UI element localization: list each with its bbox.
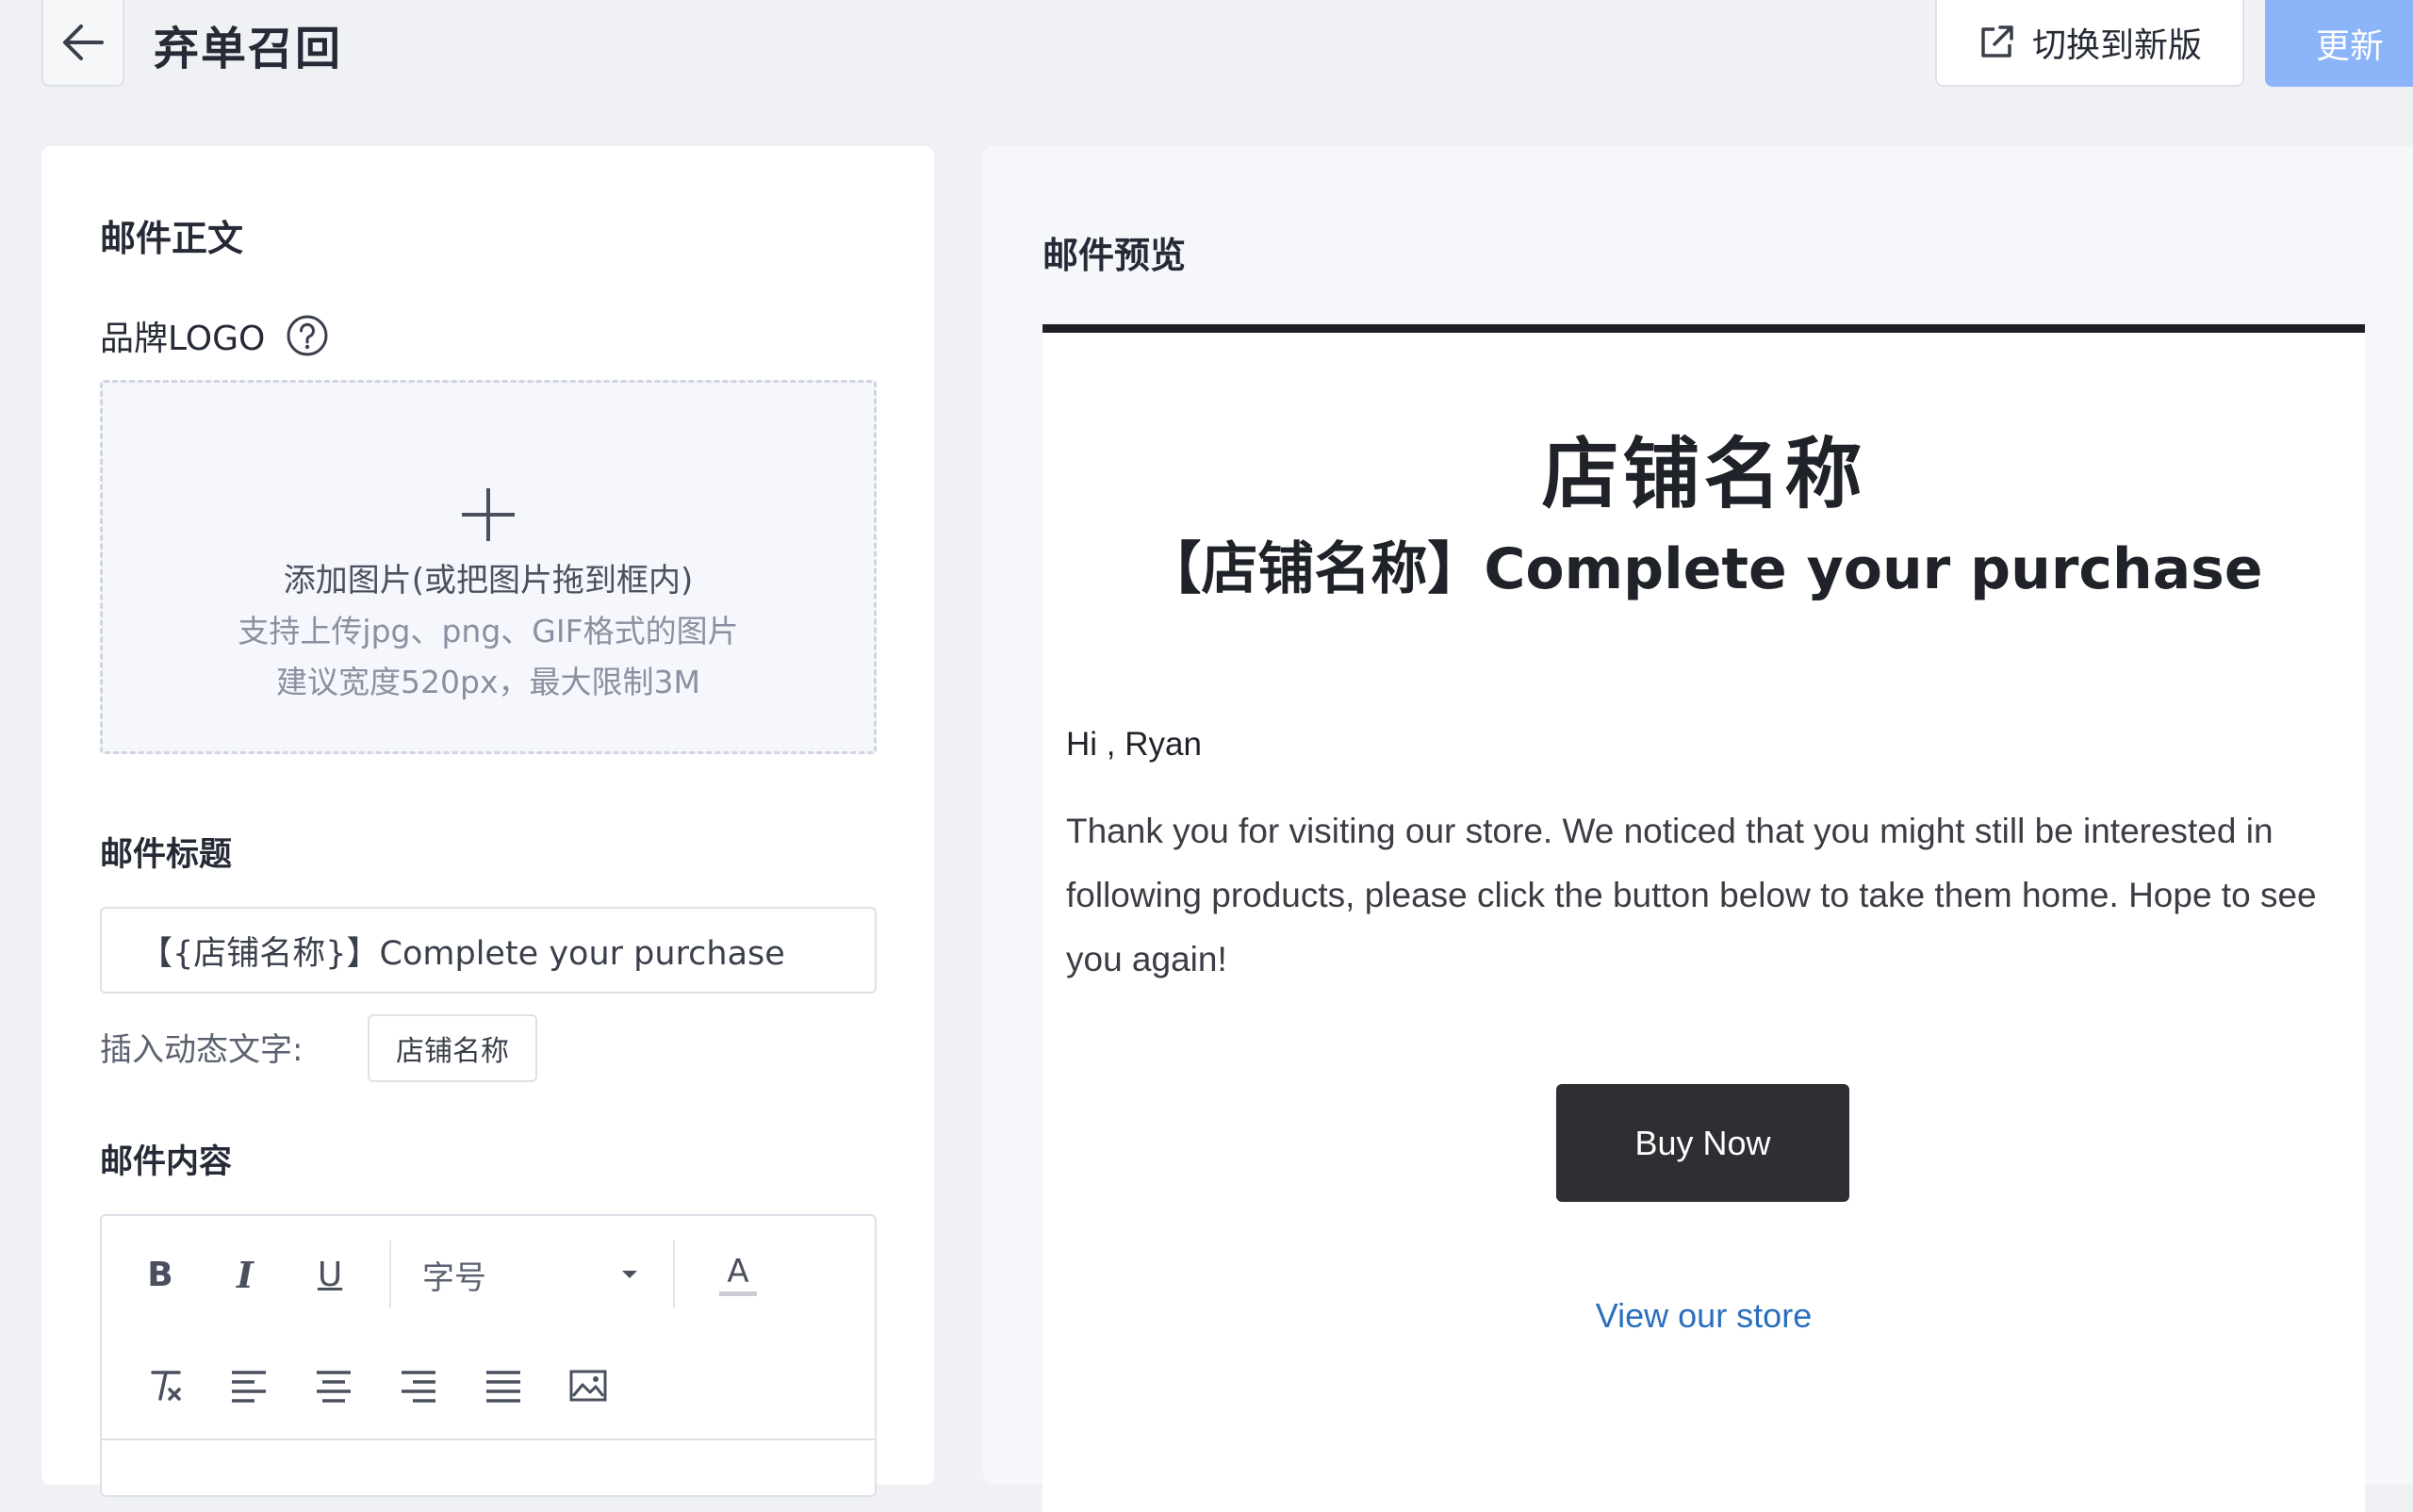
switch-version-label: 切换到新版 (2031, 26, 2202, 65)
plus-icon (462, 488, 515, 541)
caret-down-icon (620, 1269, 639, 1280)
mail-body-title: 邮件正文 (100, 218, 244, 259)
clear-format-icon (151, 1371, 181, 1401)
align-left-button[interactable] (221, 1357, 277, 1414)
dynamic-tag-store-name[interactable]: 店铺名称 (368, 1014, 537, 1082)
font-color-icon: A (727, 1252, 749, 1290)
editor-toolbar-divider (102, 1438, 875, 1440)
update-button[interactable]: 更新 (2265, 0, 2413, 87)
align-center-button[interactable] (305, 1357, 362, 1414)
content-title: 邮件内容 (100, 1143, 233, 1181)
image-icon (569, 1370, 607, 1402)
italic-icon: I (237, 1253, 254, 1296)
italic-button[interactable]: I (215, 1241, 275, 1308)
preview-store-name: 店铺名称 (1541, 430, 1866, 519)
page-title: 弃单召回 (154, 23, 343, 75)
help-icon[interactable] (286, 314, 329, 357)
toolbar-divider (389, 1241, 391, 1308)
upload-hint-size: 建议宽度520px，最大限制3M (276, 664, 700, 700)
insert-image-button[interactable] (560, 1357, 616, 1414)
align-right-button[interactable] (390, 1357, 447, 1414)
font-size-select[interactable]: 字号 (422, 1241, 648, 1308)
align-justify-button[interactable] (475, 1357, 532, 1414)
preview-greeting: Hi , Ryan (1066, 726, 1202, 763)
buy-now-button[interactable]: Buy Now (1556, 1084, 1849, 1202)
align-right-icon (402, 1371, 435, 1403)
subject-title: 邮件标题 (100, 836, 233, 874)
align-center-icon (317, 1371, 351, 1403)
logo-label: 品牌LOGO (100, 320, 266, 358)
upload-hint-formats: 支持上传jpg、png、GIF格式的图片 (238, 613, 739, 649)
bold-button[interactable]: B (130, 1241, 190, 1308)
logo-label-row: 品牌LOGO (100, 311, 329, 360)
switch-version-button[interactable]: 切换到新版 (1935, 0, 2244, 87)
font-color-button[interactable]: A (705, 1241, 771, 1308)
preview-subject: 【店铺名称】Complete your purchase (1144, 536, 2263, 602)
bold-icon: B (147, 1255, 173, 1294)
subject-input[interactable]: 【{店铺名称}】Complete your purchase (100, 907, 877, 994)
align-left-icon (232, 1371, 266, 1403)
underline-button[interactable]: U (300, 1241, 360, 1308)
upload-hint-main: 添加图片(或把图片拖到框内) (283, 562, 694, 600)
view-store-link[interactable]: View our store (1042, 1296, 2365, 1336)
align-justify-icon (486, 1371, 520, 1403)
insert-dynamic-label: 插入动态文字: (100, 1031, 304, 1069)
rich-text-editor[interactable]: B I U 字号 A (100, 1214, 877, 1497)
preview-title: 邮件预览 (1042, 235, 1187, 276)
toolbar-divider (673, 1241, 675, 1308)
underline-icon: U (317, 1255, 343, 1294)
external-link-icon (1981, 25, 2013, 58)
preview-body-text: Thank you for visiting our store. We not… (1066, 812, 2317, 978)
clear-format-button[interactable] (138, 1357, 194, 1414)
logo-upload-area[interactable]: 添加图片(或把图片拖到框内) 支持上传jpg、png、GIF格式的图片 建议宽度… (100, 380, 877, 754)
font-size-label: 字号 (422, 1258, 486, 1297)
font-color-swatch (719, 1290, 757, 1296)
back-button[interactable] (41, 0, 124, 87)
arrow-left-icon (63, 25, 104, 60)
